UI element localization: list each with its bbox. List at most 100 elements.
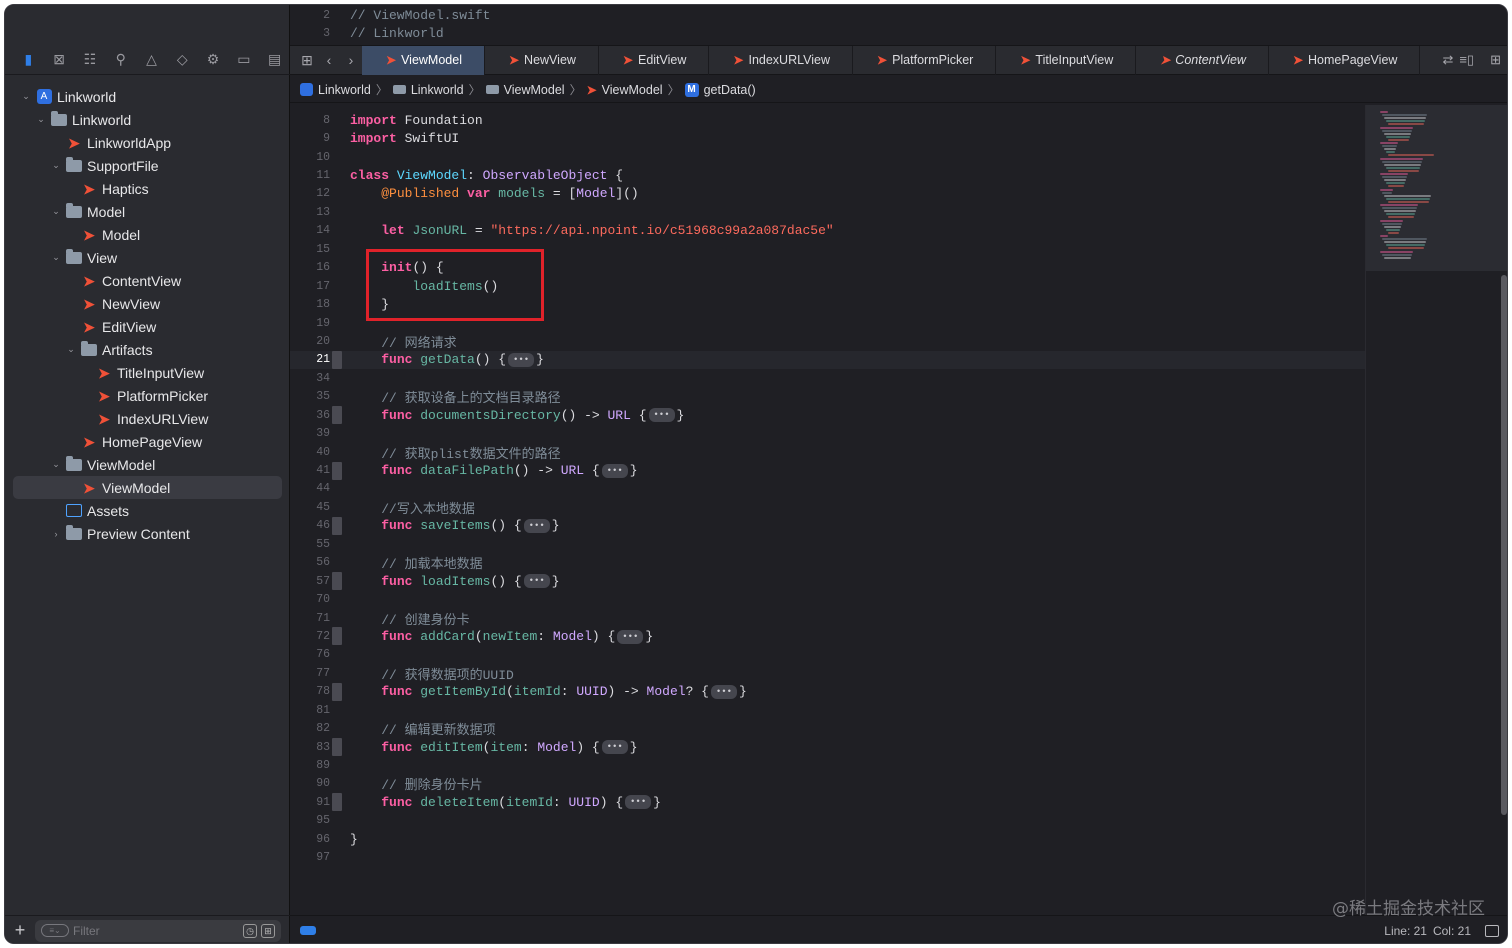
breakpoint-icon[interactable]: ▭ [228, 48, 259, 72]
folder-icon [485, 85, 499, 94]
folded-code-ellipsis[interactable]: ••• [601, 463, 628, 478]
tree-item[interactable]: ➤ NewView [5, 292, 290, 315]
editor-tab[interactable]: ➤ TitleInputView [996, 45, 1137, 75]
editor-tab[interactable]: ➤ NewView [485, 45, 599, 75]
code-text: func editItem(item: Model) {•••} [381, 739, 638, 755]
tree-item[interactable]: Assets [5, 499, 290, 522]
debug-icon[interactable]: ⚙ [198, 48, 229, 72]
editor-tab[interactable]: ➤ HomePageView [1269, 45, 1421, 75]
swift-icon: ➤ [80, 297, 98, 311]
tree-item[interactable]: ➤ HomePageView [5, 430, 290, 453]
chevron-down-icon[interactable]: ⌄ [64, 344, 78, 355]
filter-input[interactable]: ≡⌄ Filter ◷ ⊞ [35, 919, 281, 942]
fold-ribbon[interactable] [332, 461, 342, 480]
chevron-right-icon[interactable]: › [49, 529, 63, 539]
folded-code-ellipsis[interactable]: ••• [625, 795, 652, 810]
tree-item[interactable]: ➤ PlatformPicker [5, 384, 290, 407]
tree-item[interactable]: ➤ Haptics [5, 177, 290, 200]
line-number: 10 [316, 150, 330, 164]
minimap-line [1386, 182, 1405, 185]
tree-item[interactable]: ⌄ ViewModel [5, 453, 290, 476]
code-line: 81 [290, 701, 1365, 719]
hierarchy-icon[interactable]: ☷ [75, 48, 106, 72]
fold-ribbon[interactable] [332, 406, 342, 425]
report-icon[interactable]: ▤ [259, 48, 290, 72]
tree-item[interactable]: ⌄ View [5, 246, 290, 269]
add-button[interactable]: + [5, 920, 35, 941]
filter-options-icon[interactable]: ≡⌄ [41, 924, 69, 937]
gutter [332, 664, 342, 682]
tree-item[interactable]: ➤ ContentView [5, 269, 290, 292]
inspector-icon[interactable]: ≡▯ [1459, 52, 1474, 68]
editor-tabs: ➤ ViewModel ➤ NewView ➤ EditView ➤ IndexURLView… [362, 45, 1421, 75]
fold-ribbon[interactable] [332, 350, 342, 369]
chevron-down-icon[interactable]: ⌄ [49, 206, 63, 217]
folder-icon[interactable]: ▮ [13, 48, 44, 72]
editor-tab[interactable]: ➤ ContentView [1136, 45, 1269, 75]
tree-item[interactable]: ➤ ViewModel [13, 476, 282, 499]
scrollbar-thumb[interactable] [1501, 275, 1507, 815]
swap-icon[interactable]: ⇄ [1442, 52, 1453, 68]
editor-tab[interactable]: ➤ EditView [599, 45, 710, 75]
folded-code-ellipsis[interactable]: ••• [648, 408, 675, 423]
tree-item[interactable]: › Preview Content [5, 522, 290, 545]
fold-ribbon[interactable] [332, 516, 342, 535]
fold-ribbon[interactable] [332, 682, 342, 701]
minimap[interactable] [1365, 105, 1507, 915]
tree-item[interactable]: ➤ LinkworldApp [5, 131, 290, 154]
editor-tab[interactable]: ➤ PlatformPicker [853, 45, 997, 75]
chevron-down-icon[interactable]: ⌄ [49, 252, 63, 263]
tree-item-label: Linkworld [57, 88, 117, 105]
fold-ribbon[interactable] [332, 572, 342, 591]
tab-label: ViewModel [401, 53, 462, 67]
minimap-visible-region[interactable] [1366, 105, 1507, 271]
recent-files-icon[interactable]: ◷ [243, 923, 257, 938]
editor-tab[interactable]: ➤ IndexURLView [709, 45, 853, 75]
add-editor-icon[interactable]: ⊞ [1490, 52, 1501, 68]
chevron-down-icon[interactable]: ⌄ [49, 160, 63, 171]
folded-code-ellipsis[interactable]: ••• [523, 574, 550, 589]
search-icon[interactable]: ⚲ [105, 48, 136, 72]
chevron-down-icon[interactable]: ⌄ [34, 114, 48, 125]
folded-code-ellipsis[interactable]: ••• [508, 352, 535, 367]
tree-item[interactable]: ⌄ Artifacts [5, 338, 290, 361]
breadcrumb-group[interactable]: ViewModel [485, 83, 565, 97]
folded-code-ellipsis[interactable]: ••• [710, 684, 737, 699]
debug-area-toggle[interactable] [300, 926, 316, 935]
chevron-down-icon[interactable]: ⌄ [19, 91, 33, 102]
fold-ribbon[interactable] [332, 738, 342, 757]
warning-icon[interactable]: △ [136, 48, 167, 72]
tree-item[interactable]: ⌄ SupportFile [5, 154, 290, 177]
tree-item[interactable]: ➤ TitleInputView [5, 361, 290, 384]
back-chevron-icon[interactable]: ‹ [318, 52, 340, 68]
test-icon[interactable]: ◇ [167, 48, 198, 72]
source-control-icon[interactable]: ⊠ [44, 48, 75, 72]
code-line: 14 let JsonURL = "https://api.npoint.io/… [290, 222, 1365, 240]
folded-code-ellipsis[interactable]: ••• [617, 629, 644, 644]
fold-ribbon[interactable] [332, 793, 342, 812]
folded-code-ellipsis[interactable]: ••• [523, 518, 550, 533]
editor-tab[interactable]: ➤ ViewModel [362, 45, 485, 75]
scm-filter-icon[interactable]: ⊞ [261, 923, 275, 938]
tree-item[interactable]: ➤ IndexURLView [5, 407, 290, 430]
breadcrumb-file[interactable]: ➤ ViewModel [587, 83, 663, 97]
grid-icon[interactable]: ⊞ [296, 52, 318, 69]
chevron-down-icon[interactable]: ⌄ [49, 459, 63, 470]
tree-item[interactable]: ⌄ Linkworld [5, 108, 290, 131]
tree-item[interactable]: ➤ Model [5, 223, 290, 246]
tree-item[interactable]: ⌄ Model [5, 200, 290, 223]
breadcrumb-folder[interactable]: Linkworld [392, 83, 464, 97]
tree-item[interactable]: ➤ EditView [5, 315, 290, 338]
fold-ribbon[interactable] [332, 627, 342, 646]
minimap-line [1380, 157, 1423, 160]
code-area[interactable]: 8 import Foundation 9 import SwiftUI 10 11 cla… [290, 111, 1365, 867]
line-number: 3 [323, 27, 330, 40]
tree-item[interactable]: ⌄ A Linkworld [5, 85, 290, 108]
folded-code-ellipsis[interactable]: ••• [601, 740, 628, 755]
line-number: 13 [316, 205, 330, 219]
panel-toggle-icon[interactable] [1485, 924, 1499, 937]
forward-chevron-icon[interactable]: › [340, 52, 362, 68]
breadcrumb-project[interactable]: Linkworld [300, 83, 371, 97]
line-number: 56 [316, 556, 330, 570]
breadcrumb-method[interactable]: MgetData() [684, 82, 756, 97]
